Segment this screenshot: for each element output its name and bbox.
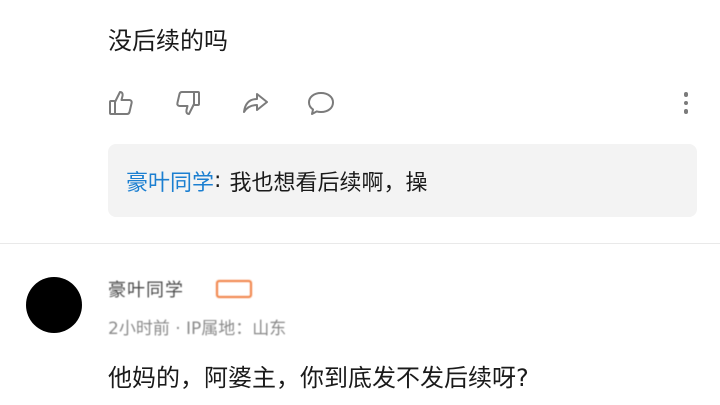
reply-text: 我也想看后续啊，操 [229, 170, 428, 196]
share-button[interactable] [238, 86, 272, 120]
divider [0, 243, 720, 244]
level-badge [216, 280, 252, 298]
like-button[interactable] [104, 86, 138, 120]
comment-text: 他妈的，阿婆主，你到底发不发后续呀? [108, 364, 529, 392]
more-vertical-icon [683, 92, 689, 97]
thumbs-down-icon [176, 91, 200, 115]
thumbs-up-icon [109, 91, 133, 115]
dislike-button[interactable] [171, 86, 205, 120]
reply-button[interactable] [304, 86, 338, 120]
comment-actions [104, 86, 704, 122]
reply-username-link[interactable]: 豪叶同学 [126, 165, 214, 197]
avatar[interactable] [26, 277, 82, 333]
reply-colon: : [214, 168, 222, 193]
reply-preview[interactable]: 豪叶同学 : 我也想看后续啊，操 [108, 144, 697, 217]
comment-text: 没后续的吗 [108, 27, 228, 55]
more-options-button[interactable] [676, 86, 696, 120]
username[interactable]: 豪叶同学 [108, 276, 184, 302]
comment-meta: 2小时前 · IP属地：山东 [108, 319, 287, 339]
reply-bubble-icon [308, 92, 334, 115]
share-icon [243, 93, 268, 113]
